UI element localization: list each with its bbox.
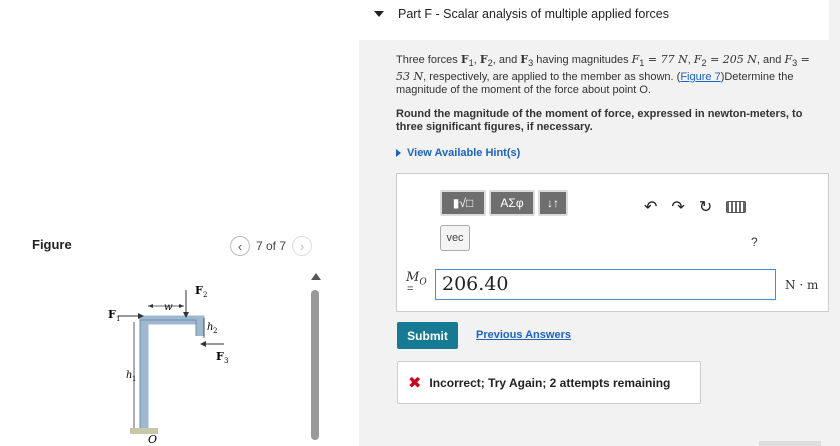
svg-text:2: 2: [203, 291, 207, 299]
expand-triangle-icon: [396, 149, 401, 157]
svg-text:2: 2: [213, 327, 217, 335]
equals-sign: =: [407, 283, 414, 295]
bottom-strip: [759, 441, 821, 446]
scroll-up-icon[interactable]: [311, 273, 321, 280]
help-button[interactable]: ?: [751, 235, 758, 249]
figure-title: Figure: [32, 237, 72, 252]
question-text: Three forces F1, F2, and F3 having magni…: [396, 53, 810, 97]
w-label: w: [164, 302, 173, 313]
units-label: N · m: [785, 278, 819, 292]
f1-label: F: [108, 308, 116, 321]
keyboard-icon[interactable]: [726, 201, 747, 213]
templates-button[interactable]: ▮√□: [440, 190, 486, 216]
instruction-text: Round the magnitude of the moment of for…: [396, 108, 803, 133]
o-label: O: [148, 433, 157, 446]
figure-pager: ‹ 7 of 7 ›: [230, 236, 313, 256]
figure-page-count: 7 of 7: [256, 239, 287, 253]
math-toolbar: ▮√□ ΑΣφ ↓↑: [440, 190, 568, 216]
feedback-text: Incorrect; Try Again; 2 attempts remaini…: [429, 375, 671, 390]
member-diagram: F 1 w F 2 h 2 F 3 h 1 O: [108, 284, 228, 446]
greek-symbols-button[interactable]: ΑΣφ: [489, 190, 535, 216]
incorrect-x-icon: ✖: [408, 374, 422, 392]
reset-icon[interactable]: ↻: [699, 197, 712, 217]
collapse-caret-icon[interactable]: [374, 11, 384, 17]
editor-tools: ↶ ↷ ↻: [644, 197, 747, 217]
answer-input[interactable]: 206.40: [435, 269, 776, 300]
svg-text:1: 1: [116, 315, 120, 323]
part-title: Part F - Scalar analysis of multiple app…: [398, 7, 669, 21]
figure-link[interactable]: Figure 7: [680, 71, 720, 83]
f2-label: F: [195, 284, 203, 297]
next-figure-button[interactable]: ›: [292, 236, 313, 256]
prev-figure-button[interactable]: ‹: [230, 236, 250, 256]
svg-text:3: 3: [224, 357, 228, 365]
figure-scrollbar[interactable]: [311, 290, 319, 440]
submit-button[interactable]: Submit: [397, 322, 458, 349]
f3-label: F: [216, 350, 224, 363]
view-hints-link[interactable]: View Available Hint(s): [396, 147, 520, 159]
redo-icon[interactable]: ↷: [671, 197, 684, 217]
vec-button[interactable]: vec: [440, 225, 470, 251]
svg-text:1: 1: [132, 375, 136, 383]
feedback-box: ✖ Incorrect; Try Again; 2 attempts remai…: [397, 361, 701, 404]
undo-icon[interactable]: ↶: [644, 197, 657, 217]
sub-superscript-button[interactable]: ↓↑: [538, 190, 568, 216]
previous-answers-link[interactable]: Previous Answers: [476, 329, 571, 341]
